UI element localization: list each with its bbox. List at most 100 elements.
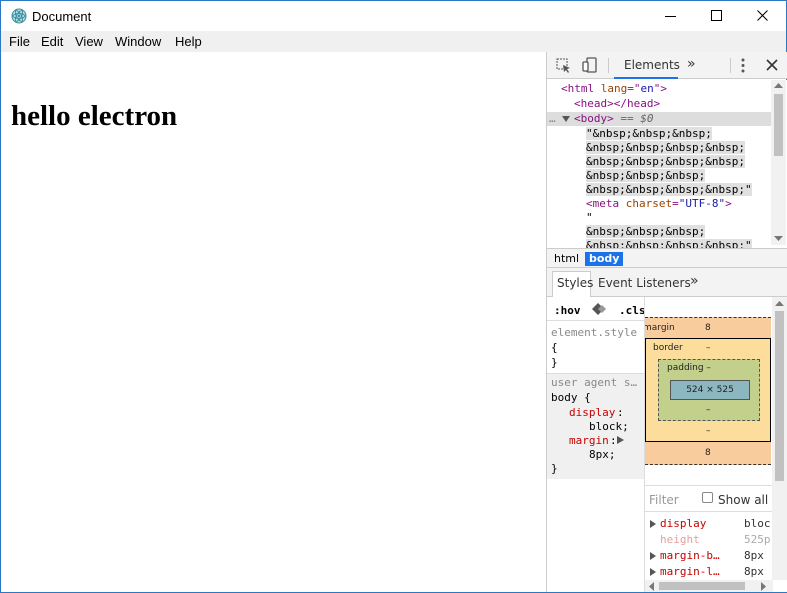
expand-shorthand-icon[interactable] bbox=[617, 436, 624, 444]
body-selector: body { bbox=[551, 391, 591, 404]
margin-bottom-value: 8 bbox=[705, 448, 711, 458]
padding-bottom-value: – bbox=[706, 405, 711, 415]
breadcrumb: html body bbox=[547, 248, 787, 268]
computed-prop-name: display bbox=[660, 517, 707, 530]
close-icon bbox=[757, 10, 768, 21]
margin-property: margin bbox=[569, 434, 609, 447]
device-toolbar-icon[interactable] bbox=[582, 57, 598, 74]
more-subtabs-button[interactable]: » bbox=[690, 273, 699, 289]
window-title: Document bbox=[32, 9, 92, 24]
more-tabs-button[interactable]: » bbox=[687, 56, 696, 72]
toolbar-divider bbox=[730, 58, 731, 73]
scroll-up-icon[interactable] bbox=[775, 301, 784, 307]
scroll-right-icon[interactable] bbox=[761, 582, 767, 591]
scroll-thumb[interactable] bbox=[774, 94, 783, 156]
text-node-part: &nbsp;&nbsp;&nbsp; bbox=[586, 225, 706, 238]
menu-view[interactable]: View bbox=[75, 34, 103, 49]
devtools-toolbar: Elements » bbox=[547, 52, 787, 79]
breadcrumb-body[interactable]: body bbox=[585, 252, 624, 266]
charset-value: "UTF-8" bbox=[678, 197, 726, 210]
expand-triangle-icon[interactable] bbox=[562, 115, 570, 123]
tab-event-listeners[interactable]: Event Listeners bbox=[598, 276, 691, 290]
element-style-open: { bbox=[551, 341, 558, 354]
element-style-selector[interactable]: element.style bbox=[551, 326, 637, 339]
scroll-thumb[interactable] bbox=[775, 311, 784, 481]
computed-prop-name: height bbox=[660, 533, 700, 546]
toggle-element-state-icon[interactable] bbox=[592, 303, 608, 315]
scroll-down-icon[interactable] bbox=[774, 236, 783, 242]
margin-value: 8px; bbox=[589, 448, 616, 461]
computed-row[interactable]: height 525p bbox=[650, 533, 773, 547]
meta-tag-close: > bbox=[725, 197, 732, 210]
inspect-element-icon[interactable] bbox=[556, 58, 572, 74]
menu-edit[interactable]: Edit bbox=[41, 34, 63, 49]
computed-row[interactable]: margin-l… 8px bbox=[650, 565, 773, 579]
filter-input[interactable]: Filter bbox=[649, 493, 679, 507]
lang-value: en bbox=[640, 82, 654, 95]
expand-arrow-icon bbox=[650, 568, 656, 576]
scroll-left-icon[interactable] bbox=[649, 582, 655, 591]
body-tag: <body> bbox=[574, 112, 614, 125]
close-button[interactable] bbox=[740, 1, 786, 31]
computed-row[interactable]: display bloc bbox=[650, 517, 773, 531]
menu-bar: File Edit View Window Help bbox=[1, 31, 786, 52]
computed-hscrollbar[interactable] bbox=[645, 580, 773, 592]
dom-text-line[interactable]: " bbox=[586, 211, 593, 225]
breadcrumb-html[interactable]: html bbox=[550, 252, 583, 266]
kebab-menu-icon[interactable] bbox=[741, 58, 745, 73]
computed-scrollbar[interactable] bbox=[772, 297, 787, 580]
menu-window[interactable]: Window bbox=[115, 34, 161, 49]
scroll-up-icon[interactable] bbox=[774, 83, 783, 89]
tab-elements[interactable]: Elements bbox=[624, 58, 680, 72]
box-model-content: 524 × 525 bbox=[670, 380, 750, 400]
computed-prop-value: 525p bbox=[744, 533, 771, 546]
border-top-value: – bbox=[706, 343, 711, 353]
app-window: Document File Edit View Window Help hell… bbox=[0, 0, 787, 593]
dom-text-line[interactable]: &nbsp;&nbsp;&nbsp; bbox=[586, 225, 706, 239]
dom-text-line[interactable]: &nbsp;&nbsp;&nbsp;&nbsp; bbox=[586, 155, 745, 169]
dom-text-line[interactable]: &nbsp;&nbsp;&nbsp;&nbsp;" bbox=[586, 183, 752, 197]
class-toggle[interactable]: .cls bbox=[619, 304, 644, 317]
body-rule-close: } bbox=[551, 462, 558, 475]
dom-body-line[interactable]: <body> == $0 bbox=[574, 112, 654, 126]
computed-prop-name: margin-b… bbox=[660, 549, 720, 562]
lang-attr: lang bbox=[600, 82, 628, 95]
title-bar: Document bbox=[1, 1, 786, 31]
html-tag-close: "> bbox=[653, 82, 667, 95]
text-node-part: &nbsp;&nbsp;&nbsp; bbox=[586, 169, 706, 182]
dom-text-line[interactable]: &nbsp;&nbsp;&nbsp; bbox=[586, 169, 706, 183]
dom-html-line[interactable]: <html lang="en"> bbox=[561, 82, 667, 96]
dom-tree: <html lang="en"> <head></head> … <body> … bbox=[547, 80, 787, 249]
dom-text-line[interactable]: &nbsp;&nbsp;&nbsp;&nbsp; bbox=[586, 141, 745, 155]
computed-row[interactable]: margin-b… 8px bbox=[650, 549, 773, 563]
page-heading: hello electron bbox=[11, 100, 178, 132]
tab-styles[interactable]: Styles bbox=[557, 276, 593, 290]
html-tag: <html bbox=[561, 82, 595, 95]
expand-arrow-icon bbox=[650, 552, 656, 560]
display-property: display bbox=[569, 406, 616, 419]
text-node-part: &nbsp;&nbsp;&nbsp;&nbsp;" bbox=[586, 183, 752, 196]
margin-label: margin bbox=[644, 323, 675, 333]
border-bottom-value: – bbox=[706, 426, 711, 436]
maximize-button[interactable] bbox=[694, 1, 740, 31]
dom-meta-line[interactable]: <meta charset="UTF-8"> bbox=[586, 197, 732, 211]
maximize-icon bbox=[711, 10, 722, 21]
minimize-button[interactable] bbox=[648, 1, 694, 31]
close-devtools-icon[interactable] bbox=[766, 59, 778, 71]
text-node-part: &nbsp;&nbsp;&nbsp;&nbsp; bbox=[586, 141, 745, 154]
computed-pane: margin 8 border – padding – 524 × 525 – … bbox=[644, 297, 787, 592]
computed-prop-value: 8px bbox=[744, 549, 764, 562]
hover-state-toggle[interactable]: :hov bbox=[554, 304, 581, 317]
meta-tag: <meta bbox=[586, 197, 620, 210]
computed-prop-name: margin-l… bbox=[660, 565, 720, 578]
menu-file[interactable]: File bbox=[9, 34, 30, 49]
dom-head-line[interactable]: <head></head> bbox=[574, 97, 660, 111]
menu-help[interactable]: Help bbox=[175, 34, 202, 49]
display-value: block; bbox=[589, 420, 629, 433]
dom-text-line[interactable]: "&nbsp;&nbsp;&nbsp; bbox=[586, 127, 712, 141]
show-all-checkbox[interactable] bbox=[702, 492, 713, 503]
dom-tree-scrollbar[interactable] bbox=[771, 80, 786, 245]
node-actions-dots[interactable]: … bbox=[549, 112, 556, 126]
styles-subtabs: Styles Event Listeners » bbox=[547, 268, 787, 297]
scroll-thumb[interactable] bbox=[659, 582, 745, 590]
